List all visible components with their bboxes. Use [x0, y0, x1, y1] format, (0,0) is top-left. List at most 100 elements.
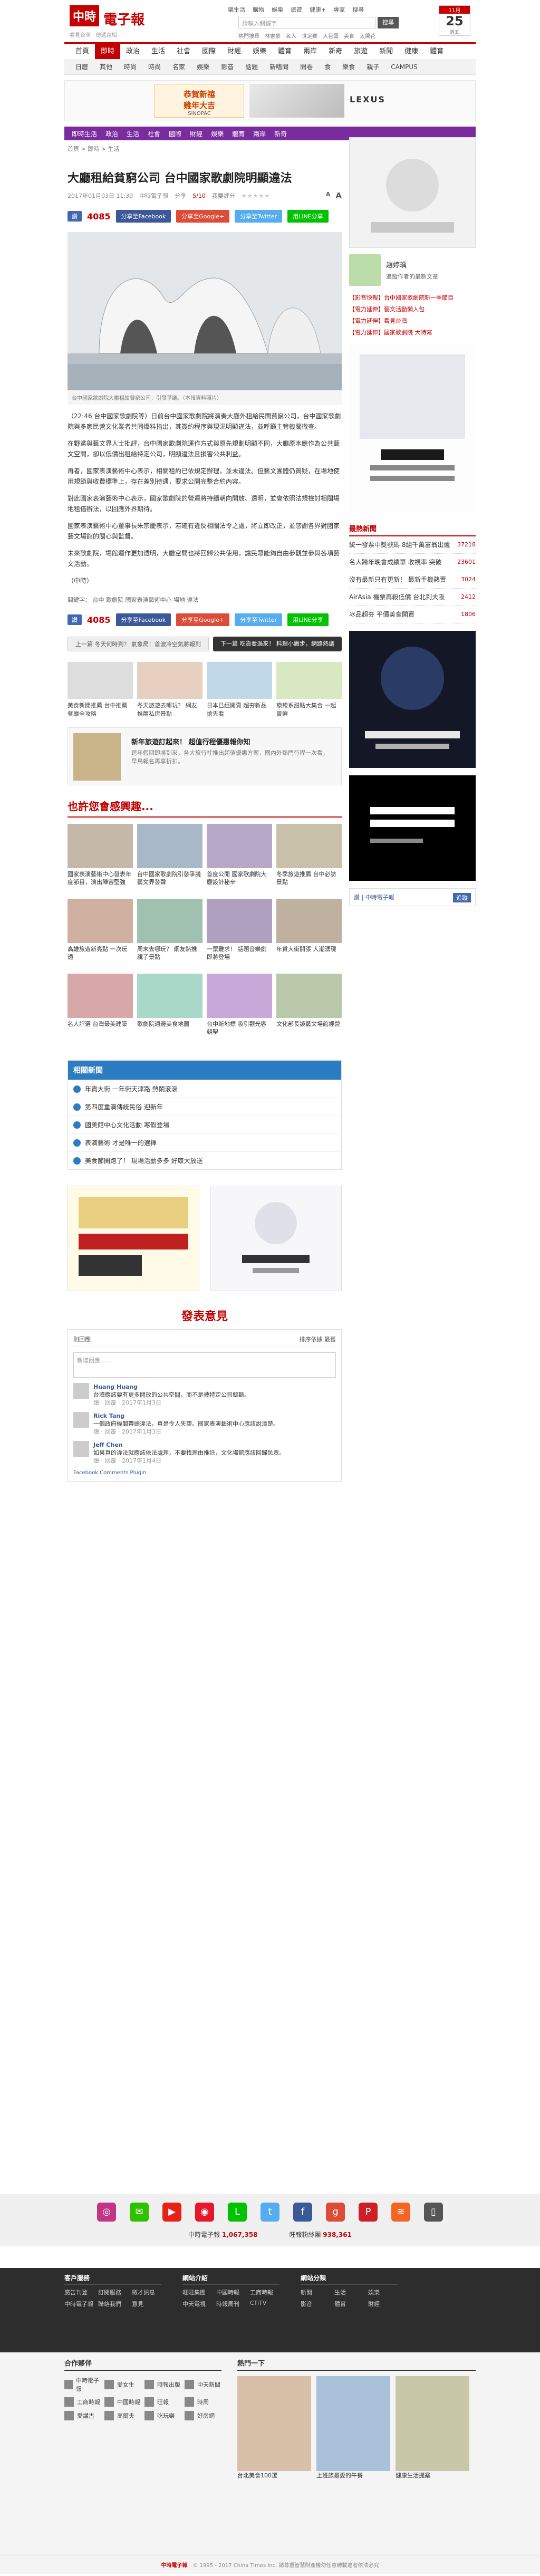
commenter-name[interactable]: Jeff Chen [93, 1441, 285, 1449]
footer-link[interactable]: 意見 [132, 2300, 161, 2308]
comment-meta[interactable]: 讚 · 回覆 · 2017年1月4日 [93, 1457, 285, 1465]
footer-link[interactable]: 中國時報 [216, 2288, 246, 2296]
partner-link[interactable]: 高爾夫 [104, 2411, 141, 2420]
subnav-item[interactable]: 即時生活 [68, 129, 101, 138]
nav-item-life[interactable]: 生活 [146, 44, 171, 59]
top-link[interactable]: 搜尋 [352, 5, 364, 14]
footer-link[interactable]: 體育 [334, 2300, 364, 2308]
nav2-item[interactable]: CAMPUS [385, 63, 423, 71]
subnav-item[interactable]: 娛樂 [207, 129, 228, 138]
share-google-button[interactable]: 分享至Google+ [176, 210, 230, 223]
partner-link[interactable]: 愛講古 [64, 2411, 101, 2420]
footer-link[interactable]: 影音 [301, 2300, 330, 2308]
may-like-card[interactable]: 文化部長談藝文場館經營 [276, 974, 342, 1044]
subnav-item[interactable]: 政治 [101, 129, 122, 138]
footer-logo[interactable]: 中時電子報 [161, 2561, 188, 2569]
share-google-button[interactable]: 分享至Google+ [176, 613, 230, 626]
hot-tag[interactable]: 世足賽 [302, 32, 317, 40]
fb-fans-block[interactable]: 旺報粉絲團 938,361 [289, 2230, 352, 2239]
nav-item-cross-strait[interactable]: 兩岸 [297, 44, 323, 59]
comment-input[interactable]: 新增回應…… [73, 1352, 336, 1378]
nav2-item[interactable]: 時尚 [118, 62, 142, 71]
site-logo[interactable]: 中時 電子報 看見台灣 · 傳遞真相 [70, 5, 144, 39]
nav-item-politics[interactable]: 政治 [120, 44, 146, 59]
hot-tag[interactable]: 林書豪 [265, 32, 281, 40]
may-like-card[interactable]: 年貨大街開張 人潮湧現 [276, 899, 342, 969]
related-ad-item[interactable]: 冬天旅遊去哪玩？ 網友推薦私房景點 [137, 662, 202, 718]
nav2-item[interactable]: 話題 [239, 62, 264, 71]
comment-sort[interactable]: 排序依據 最舊 [300, 1335, 336, 1343]
nav-item-entertainment[interactable]: 娛樂 [247, 44, 272, 59]
tag-link[interactable]: 歌劇院 [106, 597, 123, 603]
may-like-card[interactable]: 歌劇院週邊美食地圖 [137, 974, 202, 1044]
partner-link[interactable]: 愛女生 [104, 2376, 141, 2393]
sidebar-ad-mid[interactable] [349, 344, 476, 513]
nav-item-sports[interactable]: 體育 [272, 44, 297, 59]
nav-item-health[interactable]: 健康 [399, 44, 424, 59]
wechat-icon[interactable]: ✉ [130, 2203, 149, 2222]
promo-strip[interactable]: 新年旅遊訂起來！ 超值行程優惠報你知 跨年假期即將到來，各大旅行社推出超值優惠方… [68, 727, 342, 785]
nav-item-live[interactable]: 即時 [95, 44, 121, 59]
subnav-item[interactable]: 國際 [165, 129, 186, 138]
font-large-button[interactable]: A [335, 191, 342, 200]
related-ad-item[interactable]: 日本已經開賣 超夯新品搶先看 [207, 662, 272, 718]
comment-meta[interactable]: 讚 · 回覆 · 2017年1月3日 [93, 1428, 279, 1436]
footer-link[interactable]: 時報周刊 [216, 2300, 246, 2308]
partner-link[interactable]: 中時電子報 [64, 2376, 101, 2393]
sidebar-ad-black[interactable] [349, 775, 476, 881]
related-ad-item[interactable]: 美食新聞推薦 台中推薦餐廳全攻略 [68, 662, 133, 718]
pinterest-icon[interactable]: P [359, 2203, 378, 2222]
partner-link[interactable]: 吃玩樂 [144, 2411, 181, 2420]
nav2-item[interactable]: 影音 [215, 62, 239, 71]
may-like-card[interactable]: 名人評選 台灣最美建築 [68, 974, 133, 1044]
partner-link[interactable]: 中國時報 [104, 2397, 141, 2407]
mobile-icon[interactable]: ▯ [424, 2203, 443, 2222]
subnav-item[interactable]: 新奇 [270, 129, 291, 138]
comments-plugin-label[interactable]: Facebook Comments Plugin [73, 1470, 336, 1476]
avatar[interactable] [73, 1383, 89, 1399]
related-news-item[interactable]: 年貨大街 一年街天津路 熱鬧滾滾 [68, 1080, 341, 1098]
partner-link[interactable]: 時報出版 [144, 2376, 181, 2393]
partner-link[interactable]: 工商時報 [64, 2397, 101, 2407]
avatar[interactable] [73, 1412, 89, 1428]
like-button[interactable]: 讚 [68, 614, 82, 625]
line-icon[interactable]: L [228, 2203, 247, 2222]
ad-box-left[interactable] [68, 1186, 199, 1291]
nav2-item[interactable]: 新嗜聞 [264, 62, 294, 71]
footer-link[interactable]: 聯絡我們 [98, 2300, 128, 2308]
next-article-link[interactable]: 下一篇 吃貨看過來！ 料理小撇步，網路熱議 [213, 637, 342, 651]
like-button[interactable]: 讚 [68, 211, 82, 222]
nav2-item[interactable]: 親子 [361, 62, 385, 71]
may-like-card[interactable]: 國家表演藝術中心發表年度節目，演出陣容堅強 [68, 824, 133, 895]
sidebar-link[interactable]: 【電力延伸】藝文活動懶人包 [349, 305, 476, 313]
hot-promo-item[interactable]: 健康生活提案 [396, 2376, 469, 2479]
footer-link[interactable]: 中天電視 [182, 2300, 212, 2308]
footer-link[interactable]: 旺旺集團 [182, 2288, 212, 2296]
top-link[interactable]: 健康+ [310, 5, 326, 14]
tag-link[interactable]: 場地 [173, 597, 185, 603]
related-news-item[interactable]: 美食節開跑了！ 現場活動多多 好康大放送 [68, 1151, 341, 1169]
may-like-card[interactable]: 高雄旅遊新亮點 一次玩透 [68, 899, 133, 969]
hot-tag[interactable]: 太陽花 [360, 32, 375, 40]
facebook-like-box[interactable]: 讚 | 中時電子報 追蹤 [349, 888, 476, 906]
sidebar-link[interactable]: 【電力延伸】看見台灣 [349, 316, 476, 325]
partner-link[interactable]: 中天新聞 [185, 2376, 221, 2393]
hot-news-item[interactable]: AirAsia 機票再殺低價 台北到大阪 2412 [349, 589, 476, 606]
nav-item-odd[interactable]: 新奇 [323, 44, 348, 59]
footer-link[interactable]: 訂閱服務 [98, 2288, 128, 2296]
subnav-item[interactable]: 兩岸 [249, 129, 270, 138]
youtube-icon[interactable]: ▶ [162, 2203, 181, 2222]
subnav-item[interactable]: 生活 [122, 129, 143, 138]
nav2-item[interactable]: 娛樂 [191, 62, 215, 71]
subnav-item[interactable]: 社會 [143, 129, 165, 138]
related-news-item[interactable]: 第四度重演傳統民俗 迎新年 [68, 1098, 341, 1116]
fb-follow-button[interactable]: 追蹤 [453, 893, 471, 902]
sidebar-link[interactable]: 【電力延伸】國家歌劇院 大特寫 [349, 328, 476, 337]
article-photo[interactable] [68, 232, 342, 390]
nav2-item[interactable]: 開卷 [294, 62, 319, 71]
top-link[interactable]: 娛樂 [272, 5, 283, 14]
comment-meta[interactable]: 讚 · 回覆 · 2017年1月3日 [93, 1399, 250, 1407]
footer-link[interactable]: 工商時報 [250, 2288, 279, 2296]
top-link[interactable]: 樂生活 [228, 5, 245, 14]
may-like-card[interactable]: 一票難求！ 話題音樂劇即將登場 [207, 899, 272, 969]
